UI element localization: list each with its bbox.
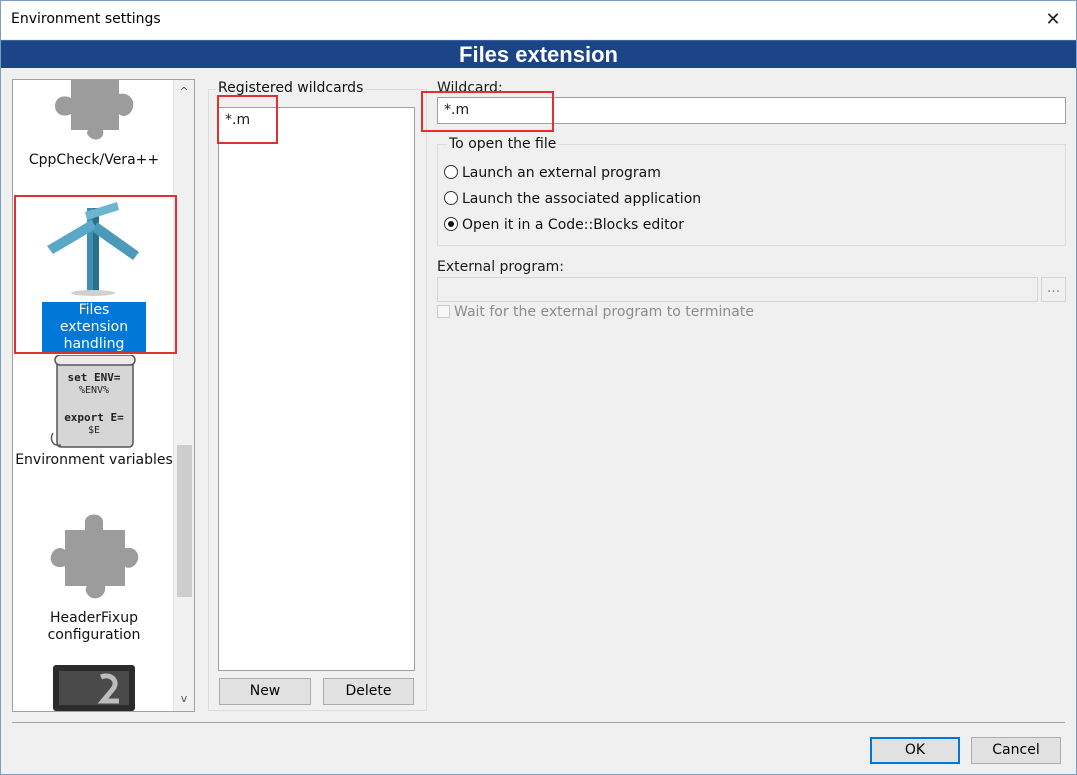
cancel-button[interactable]: Cancel [971, 737, 1061, 764]
radio-button[interactable] [444, 165, 458, 179]
radio-label: Open it in a Code::Blocks editor [462, 217, 684, 233]
category-list[interactable]: CppCheck/Vera++ Files extension handling [12, 79, 195, 712]
signpost-icon [39, 198, 149, 296]
monitor-icon [49, 663, 139, 711]
scroll-thumb[interactable] [177, 445, 192, 597]
puzzle-icon [49, 80, 139, 142]
registered-wildcards-caption: Registered wildcards [216, 80, 366, 96]
external-program-label: External program: [437, 259, 565, 275]
wildcard-input[interactable]: *.m [437, 97, 1066, 124]
list-item[interactable]: *.m [225, 112, 250, 128]
wait-checkbox-row[interactable]: Wait for the external program to termina… [437, 304, 754, 320]
external-program-input[interactable] [437, 277, 1038, 302]
open-file-caption: To open the file [447, 136, 559, 152]
ok-button[interactable]: OK [870, 737, 960, 764]
scroll-up-icon[interactable]: ^ [174, 82, 194, 102]
scroll-text: %ENV% [78, 385, 110, 396]
category-label: CppCheck/Vera++ [28, 152, 160, 168]
scroll-text: export E= [64, 411, 124, 424]
category-item-files-extension[interactable]: Files extension handling [13, 198, 175, 353]
category-item-headerfixup[interactable]: HeaderFixup configuration [13, 512, 175, 644]
wait-checkbox-label: Wait for the external program to termina… [454, 304, 754, 320]
category-label: Environment variables [15, 452, 173, 468]
window-title: Environment settings [11, 11, 161, 27]
scroll-text: $E [87, 425, 101, 436]
puzzle-icon [45, 512, 143, 602]
new-button[interactable]: New [219, 678, 311, 705]
wildcard-label: Wildcard: [437, 80, 503, 96]
title-bar: Environment settings ✕ [1, 1, 1076, 39]
environment-settings-dialog: Environment settings ✕ Files extension C… [0, 0, 1077, 775]
radio-button-checked[interactable] [444, 217, 458, 231]
category-item-cppcheck[interactable]: CppCheck/Vera++ [13, 80, 175, 169]
category-label: HeaderFixup configuration [47, 610, 141, 643]
radio-label: Launch an external program [462, 165, 661, 181]
browse-button[interactable]: ... [1041, 277, 1066, 302]
wildcard-list[interactable]: *.m [218, 107, 415, 671]
wait-checkbox[interactable] [437, 305, 450, 318]
scroll-down-icon[interactable]: v [174, 689, 194, 709]
scroll-text: set ENV= [67, 371, 121, 384]
close-icon[interactable]: ✕ [1030, 1, 1076, 39]
page-title: Files extension [1, 40, 1076, 68]
radio-launch-associated[interactable]: Launch the associated application [444, 191, 701, 207]
radio-button[interactable] [444, 191, 458, 205]
category-label: Files extension handling [42, 302, 146, 353]
radio-open-in-editor[interactable]: Open it in a Code::Blocks editor [444, 217, 684, 233]
category-item-environment-variables[interactable]: set ENV= %ENV% export E= $E Environment … [13, 355, 175, 469]
radio-launch-external[interactable]: Launch an external program [444, 165, 661, 181]
category-scrollbar[interactable]: ^ v [173, 80, 194, 711]
category-item-monitor[interactable] [13, 663, 175, 711]
radio-label: Launch the associated application [462, 191, 702, 207]
delete-button[interactable]: Delete [323, 678, 414, 705]
scroll-icon: set ENV= %ENV% export E= $E [49, 355, 139, 450]
footer-separator [12, 722, 1065, 723]
